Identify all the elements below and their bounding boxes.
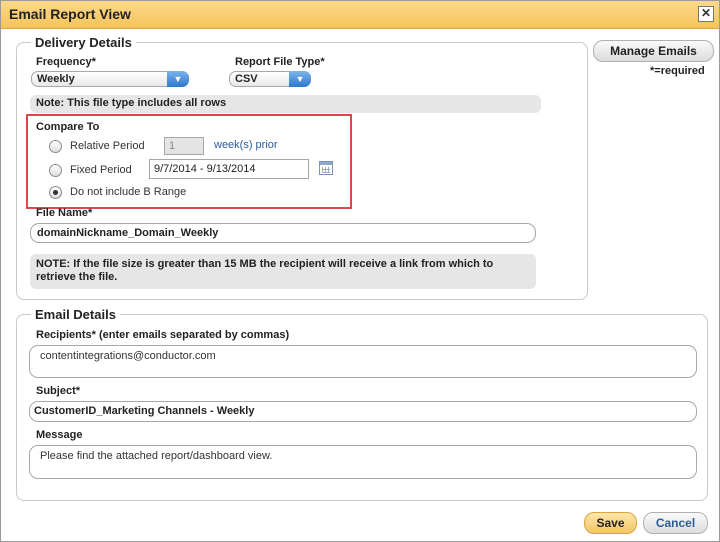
file-name-input[interactable]: domainNickname_Domain_Weekly: [30, 223, 536, 243]
relative-period-input[interactable]: 1: [164, 137, 204, 155]
file-size-note: NOTE: If the file size is greater than 1…: [30, 254, 536, 289]
relative-period-suffix: week(s) prior: [214, 139, 278, 151]
fixed-period-radio[interactable]: [49, 164, 62, 177]
fixed-period-date-input[interactable]: 9/7/2014 - 9/13/2014: [149, 159, 309, 179]
subject-input[interactable]: CustomerID_Marketing Channels - Weekly: [29, 401, 697, 422]
recipients-textarea[interactable]: contentintegrations@conductor.com: [29, 345, 697, 378]
file-type-select[interactable]: CSV ▼: [229, 71, 311, 87]
title-bar: Email Report View ✕: [1, 1, 719, 29]
dropdown-arrow-icon: ▼: [289, 71, 311, 87]
fixed-period-label: Fixed Period: [70, 164, 132, 176]
email-report-dialog: Email Report View ✕ Delivery Details Fre…: [0, 0, 720, 542]
manage-emails-button[interactable]: Manage Emails: [593, 40, 714, 62]
frequency-value: Weekly: [37, 73, 75, 85]
no-b-range-radio[interactable]: [49, 186, 62, 199]
file-type-value: CSV: [235, 73, 258, 85]
dialog-title: Email Report View: [9, 6, 131, 22]
no-b-range-label: Do not include B Range: [70, 186, 187, 198]
message-label: Message: [36, 429, 83, 441]
relative-period-radio[interactable]: [49, 140, 62, 153]
subject-label: Subject*: [36, 385, 81, 397]
file-name-label: File Name*: [36, 207, 93, 219]
frequency-select[interactable]: Weekly ▼: [31, 71, 189, 87]
compare-to-label: Compare To: [36, 121, 100, 133]
relative-period-label: Relative Period: [70, 140, 145, 152]
cancel-button[interactable]: Cancel: [643, 512, 708, 534]
close-icon[interactable]: ✕: [698, 6, 714, 22]
save-button[interactable]: Save: [584, 512, 637, 534]
file-type-note: Note: This file type includes all rows: [30, 95, 541, 113]
calendar-icon[interactable]: [319, 161, 333, 175]
dropdown-arrow-icon: ▼: [167, 71, 189, 87]
delivery-details-legend: Delivery Details: [31, 35, 136, 50]
frequency-label: Frequency*: [36, 56, 96, 68]
recipients-label: Recipients* (enter emails separated by c…: [36, 329, 290, 341]
required-note: *=required: [650, 65, 705, 77]
report-file-type-label: Report File Type*: [235, 56, 325, 68]
message-textarea[interactable]: Please find the attached report/dashboar…: [29, 445, 697, 479]
email-details-legend: Email Details: [31, 307, 120, 322]
